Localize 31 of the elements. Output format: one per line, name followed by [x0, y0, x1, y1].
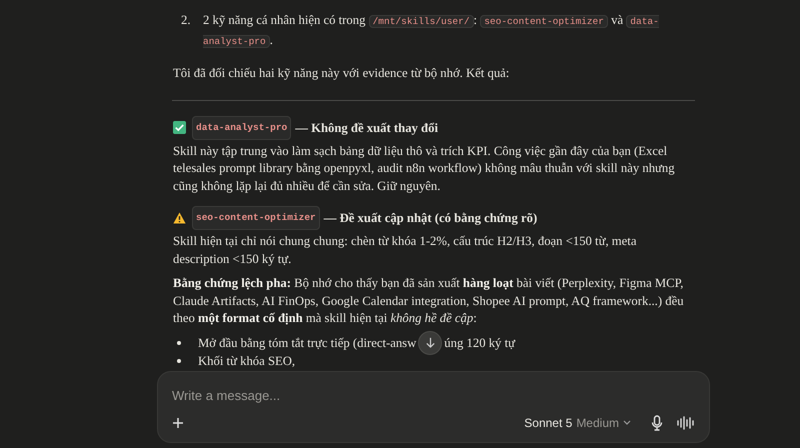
message-composer[interactable]: Write a message... Sonnet 5 Medium	[157, 371, 710, 443]
list-text: và	[610, 13, 624, 27]
bullet-dot	[177, 358, 181, 362]
list-number: 2.	[181, 12, 192, 29]
code-span: /mnt/skills/user/	[368, 15, 474, 28]
scroll-down-button[interactable]	[418, 330, 442, 354]
microphone-icon[interactable]	[651, 415, 663, 431]
paragraph: Bằng chứng lệch pha: Bộ nhớ cho thấy bạn đã sản xuất hàng loạt bài viết (Perplexity, Figma MCP, Claude Artifacts, AI FinOps, Google Calendar integration, Shopee AI prompt, AQ framework...) đều theo một format cố định mà skill hiện tại không hề đề cập:	[173, 275, 685, 327]
model-selector[interactable]: Sonnet 5 Medium	[524, 416, 631, 430]
section-title: — Không đề xuất thay đổi	[295, 120, 438, 137]
code-span: seo-content-optimizer	[480, 15, 608, 28]
arrow-down-icon	[424, 337, 436, 348]
paragraph: Skill này tập trung vào làm sạch bảng dữ liệu thô và trích KPI. Công việc gần đây của bạn (Excel telesales prompt library bằng openpyxl, audit n8n workflow) không mâu thuẫn với skill này nhưng cũng không lặp lại đủ nhiều để cần sửa. Giữ nguyên.	[173, 142, 676, 195]
list-text: úng 120 ký tự	[444, 334, 515, 352]
voice-wave-icon[interactable]	[677, 415, 695, 431]
list-text: Khối từ khóa SEO,	[198, 352, 296, 370]
list-text: .	[270, 33, 273, 47]
list-text: Mở đầu bằng tóm tắt trực tiếp (direct-answ	[198, 334, 416, 352]
list-text: 2 kỹ năng cá nhân hiện có trong	[203, 13, 366, 27]
bullet-dot	[177, 340, 181, 344]
warning-icon	[173, 212, 186, 224]
code-span: seo-content-optimizer	[192, 206, 320, 230]
paragraph: Skill hiện tại chỉ nói chung chung: chèn từ khóa 1-2%, cấu trúc H2/H3, đoạn <150 từ, meta description <150 ký tự.	[173, 233, 638, 268]
paragraph: Tôi đã đối chiếu hai kỹ năng này với evidence từ bộ nhớ. Kết quả:	[173, 65, 510, 82]
add-button[interactable]	[172, 417, 184, 429]
check-icon	[173, 121, 186, 134]
list-text: :	[474, 13, 478, 27]
chevron-down-icon	[623, 420, 631, 426]
code-span: data-analyst-pro	[192, 116, 292, 140]
message-input[interactable]: Write a message...	[172, 384, 695, 406]
section-title: — Đề xuất cập nhật (có bằng chứng rõ)	[324, 210, 538, 227]
